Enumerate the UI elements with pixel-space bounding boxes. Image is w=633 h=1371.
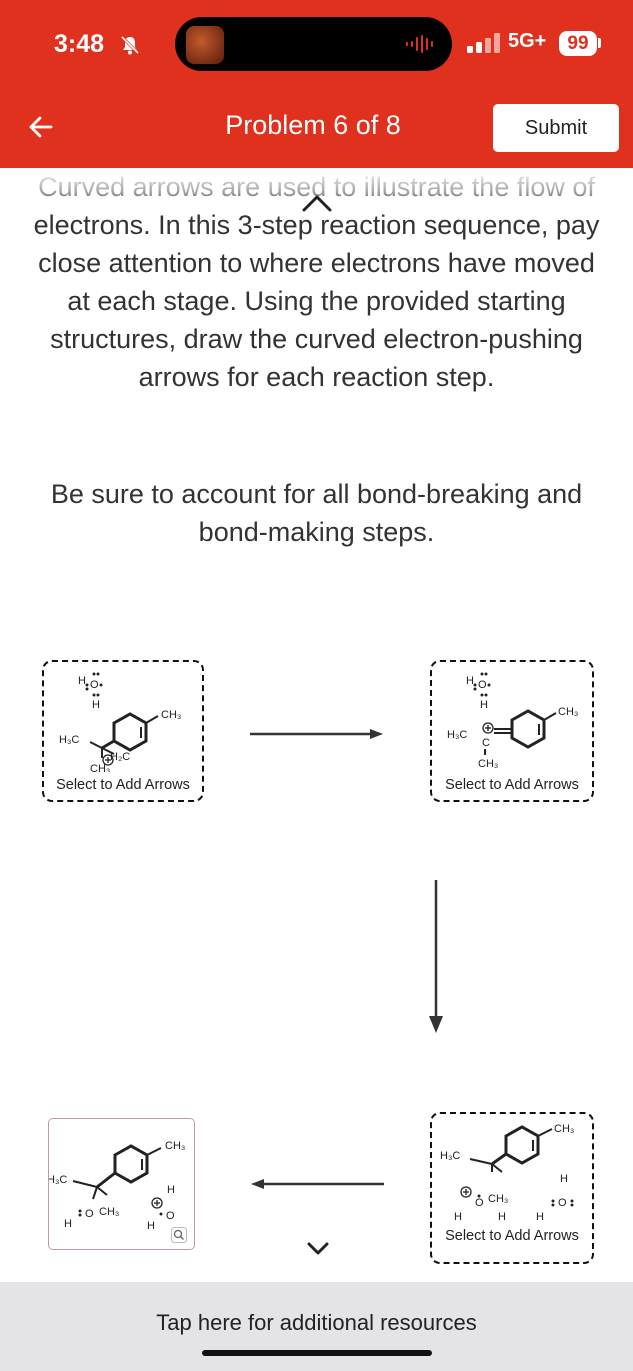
step2-select-label: Select to Add Arrows (445, 777, 579, 793)
svg-text:H: H (167, 1184, 175, 1196)
caret-up-icon[interactable] (300, 193, 334, 213)
network-type: 5G+ (508, 30, 547, 52)
svg-text:H₃C: H₃C (59, 734, 79, 746)
step2-arrow-box[interactable]: H O H CH₃ C H₃C CH₃ Select to Add Arrows (430, 660, 594, 802)
svg-text:O: O (166, 1210, 175, 1222)
audio-wave-icon (406, 35, 433, 53)
svg-text:CH₃: CH₃ (558, 706, 578, 718)
svg-text:H: H (64, 1218, 72, 1230)
svg-text:CH₃: CH₃ (554, 1123, 574, 1135)
svg-text:H: H (78, 675, 86, 687)
step3-select-label: Select to Add Arrows (445, 1228, 579, 1244)
chevron-down-icon[interactable] (305, 1240, 331, 1258)
svg-text:H: H (466, 675, 474, 687)
status-time: 3:48 (54, 30, 105, 58)
svg-text:O: O (85, 1208, 94, 1220)
svg-text:O: O (558, 1197, 567, 1209)
svg-text:O: O (478, 679, 487, 691)
dynamic-island (175, 17, 452, 71)
svg-text:H₃C: H₃C (440, 1150, 460, 1162)
svg-text:H₃C: H₃C (49, 1174, 67, 1186)
svg-text:H: H (560, 1173, 568, 1185)
product-structure-card[interactable]: CH₃ H₃C O CH₃ H H O H (47, 1118, 195, 1250)
svg-text:CH₃: CH₃ (165, 1140, 185, 1152)
svg-text:O: O (90, 679, 99, 691)
svg-text:CH₃: CH₃ (478, 758, 498, 770)
svg-text:CH₃: CH₃ (161, 709, 181, 721)
bell-slash-icon (120, 35, 140, 55)
reaction-arrow-down (429, 880, 443, 1033)
svg-text:CH₃: CH₃ (99, 1206, 119, 1218)
step1-structure: H O H CH₃ H₃C H₂C CH₃ (59, 672, 181, 772)
svg-text:O: O (475, 1197, 484, 1209)
step2-structure: H O H CH₃ C H₃C CH₃ (447, 672, 578, 770)
svg-text:H: H (498, 1211, 506, 1223)
reaction-arrow-right (250, 729, 383, 739)
svg-text:H: H (92, 699, 100, 711)
svg-text:H: H (480, 699, 488, 711)
svg-text:H: H (147, 1220, 155, 1232)
svg-text:CH₃: CH₃ (488, 1193, 508, 1205)
additional-resources-link[interactable]: Tap here for additional resources (0, 1310, 633, 1336)
back-arrow-icon[interactable] (24, 110, 58, 144)
svg-text:C: C (482, 737, 490, 749)
album-art (186, 26, 224, 64)
step1-arrow-box[interactable]: H O H CH₃ H₃C H₂C CH₃ Select to Add Arro… (42, 660, 204, 802)
step3-arrow-box[interactable]: CH₃ H₃C O CH₃ H H H O H Select to Add Ar… (430, 1112, 594, 1264)
svg-text:H₃C: H₃C (447, 729, 467, 741)
step1-select-label: Select to Add Arrows (56, 777, 190, 793)
reaction-arrow-left (251, 1179, 384, 1189)
submit-button[interactable]: Submit (493, 104, 619, 152)
battery-icon: 99 (559, 31, 597, 56)
svg-text:H: H (454, 1211, 462, 1223)
signal-icon (467, 33, 500, 53)
zoom-icon[interactable] (171, 1227, 187, 1243)
page-title: Problem 6 of 8 (225, 110, 401, 140)
svg-text:H: H (536, 1211, 544, 1223)
app-header: 3:48 5G+ 99 Problem 6 of 8 Submit (0, 0, 633, 170)
step3-structure: CH₃ H₃C O CH₃ H H H O H (440, 1123, 574, 1223)
home-indicator (202, 1350, 432, 1356)
battery-nub (598, 38, 601, 48)
instructions-note: Be sure to account for all bond-breaking… (50, 479, 583, 547)
svg-text:CH₃: CH₃ (90, 763, 110, 772)
